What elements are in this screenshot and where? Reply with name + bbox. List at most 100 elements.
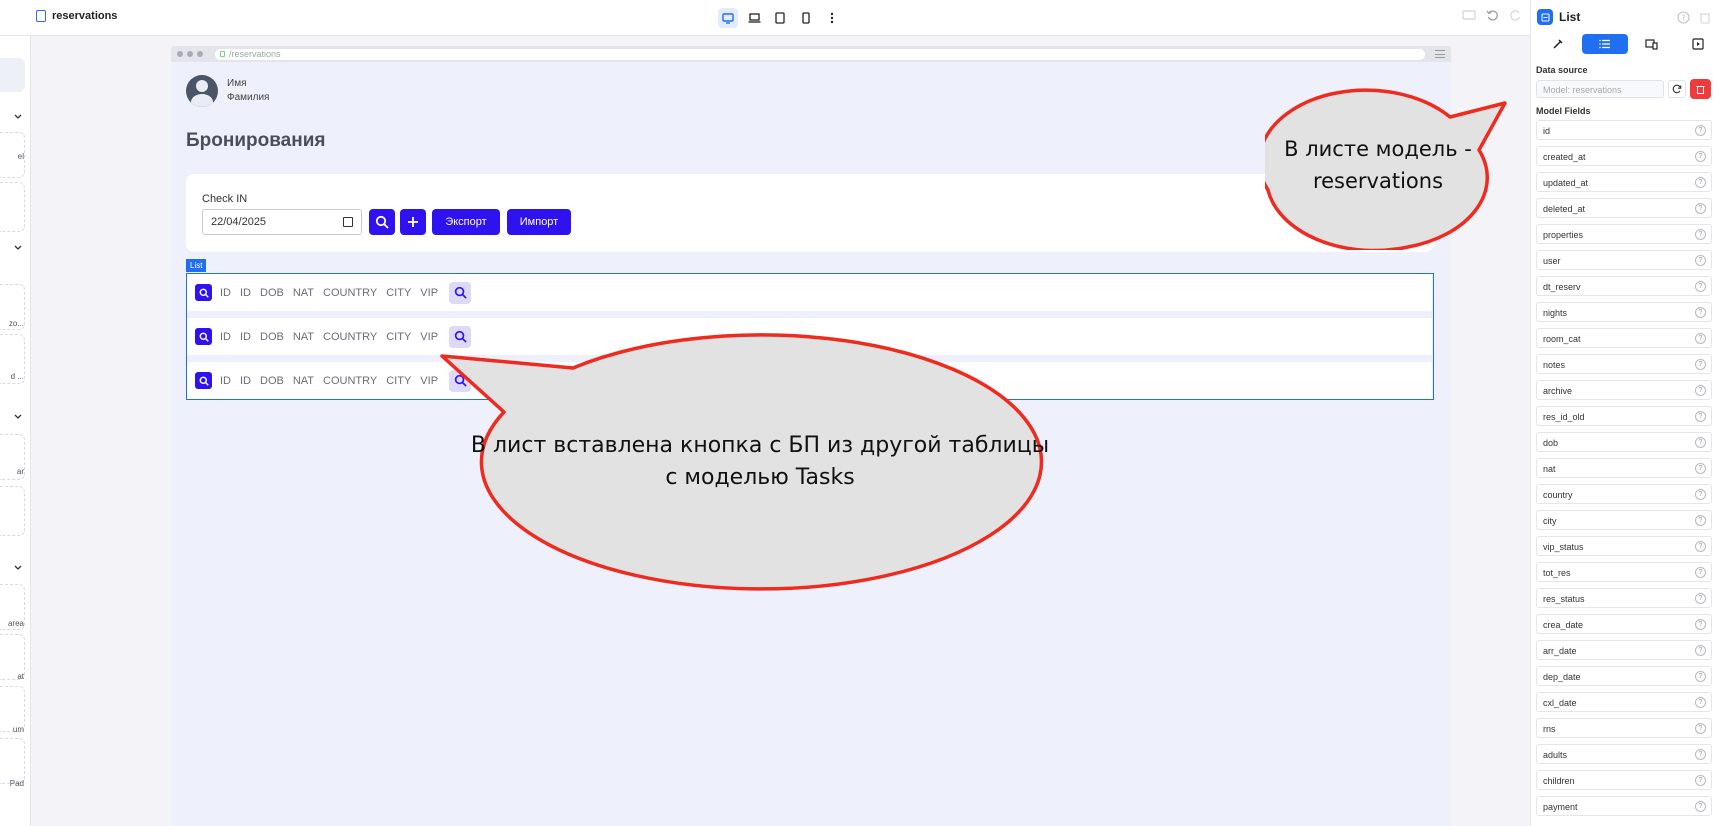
tab-data[interactable] xyxy=(1581,34,1628,54)
preview-icon[interactable] xyxy=(1462,9,1476,21)
help-icon[interactable]: ? xyxy=(1695,125,1706,136)
tab-actions[interactable] xyxy=(1675,34,1722,54)
help-icon[interactable]: ? xyxy=(1677,11,1690,24)
help-icon[interactable]: ? xyxy=(1695,645,1706,656)
help-icon[interactable]: ? xyxy=(1695,177,1706,188)
refresh-source-button[interactable] xyxy=(1668,80,1686,98)
tab-responsive[interactable] xyxy=(1628,34,1675,54)
model-field-item[interactable]: id? xyxy=(1536,120,1712,140)
help-icon[interactable]: ? xyxy=(1695,619,1706,630)
redo-icon[interactable] xyxy=(1509,9,1522,22)
tablet-view-button[interactable] xyxy=(770,8,790,28)
trash-icon[interactable] xyxy=(1699,11,1711,24)
left-panel-label: at xyxy=(17,672,24,681)
help-icon[interactable]: ? xyxy=(1695,203,1706,214)
chevron-down-icon[interactable] xyxy=(12,411,24,423)
help-icon[interactable]: ? xyxy=(1695,385,1706,396)
search-button[interactable] xyxy=(369,209,395,235)
help-icon[interactable]: ? xyxy=(1695,775,1706,786)
calendar-icon[interactable] xyxy=(343,217,353,227)
model-field-item[interactable]: dob? xyxy=(1536,432,1712,452)
help-icon[interactable]: ? xyxy=(1695,437,1706,448)
model-field-item[interactable]: deleted_at? xyxy=(1536,198,1712,218)
left-panel-item[interactable] xyxy=(0,486,25,536)
laptop-view-button[interactable] xyxy=(744,8,764,28)
model-field-item[interactable]: created_at? xyxy=(1536,146,1712,166)
help-icon[interactable]: ? xyxy=(1695,281,1706,292)
model-field-item[interactable]: tot_res? xyxy=(1536,562,1712,582)
model-field-item[interactable]: vip_status? xyxy=(1536,536,1712,556)
row-search-button[interactable] xyxy=(195,284,212,301)
delete-source-button[interactable] xyxy=(1690,79,1711,99)
tab-style[interactable] xyxy=(1535,34,1582,54)
help-icon[interactable]: ? xyxy=(1695,255,1706,266)
help-icon[interactable]: ? xyxy=(1695,567,1706,578)
left-panel-item[interactable] xyxy=(0,58,25,92)
help-icon[interactable]: ? xyxy=(1695,671,1706,682)
list-item[interactable]: ID ID DOB NAT COUNTRY CITY VIP xyxy=(187,274,1432,311)
model-field-item[interactable]: room_cat? xyxy=(1536,328,1712,348)
help-icon[interactable]: ? xyxy=(1695,463,1706,474)
model-field-item[interactable]: res_status? xyxy=(1536,588,1712,608)
model-field-item[interactable]: user? xyxy=(1536,250,1712,270)
chevron-down-icon[interactable] xyxy=(12,111,24,123)
left-panel-item[interactable] xyxy=(0,738,25,784)
chevron-down-icon[interactable] xyxy=(12,562,24,574)
row-search-button[interactable] xyxy=(195,328,212,345)
chevron-down-icon[interactable] xyxy=(12,242,24,254)
help-icon[interactable]: ? xyxy=(1695,749,1706,760)
model-fields-label: Model Fields xyxy=(1536,106,1591,116)
more-options-button[interactable] xyxy=(822,8,842,28)
model-field-item[interactable]: dep_date? xyxy=(1536,666,1712,686)
help-icon[interactable]: ? xyxy=(1695,307,1706,318)
help-icon[interactable]: ? xyxy=(1695,489,1706,500)
desktop-view-button[interactable] xyxy=(718,8,738,28)
more-vertical-icon xyxy=(830,12,834,24)
model-field-item[interactable]: crea_date? xyxy=(1536,614,1712,634)
add-button[interactable] xyxy=(400,209,426,235)
model-field-item[interactable]: rns? xyxy=(1536,718,1712,738)
model-field-item[interactable]: dt_reserv? xyxy=(1536,276,1712,296)
help-icon[interactable]: ? xyxy=(1695,359,1706,370)
help-icon[interactable]: ? xyxy=(1695,723,1706,734)
model-field-item[interactable]: properties? xyxy=(1536,224,1712,244)
help-icon[interactable]: ? xyxy=(1695,333,1706,344)
help-icon[interactable]: ? xyxy=(1695,593,1706,604)
tasks-bp-button[interactable] xyxy=(449,281,472,304)
import-button[interactable]: Импорт xyxy=(507,209,571,235)
row-search-button[interactable] xyxy=(195,372,212,389)
search-icon xyxy=(199,376,209,386)
model-field-label: adults xyxy=(1543,750,1568,760)
left-panel-item[interactable] xyxy=(0,182,25,232)
model-field-item[interactable]: arr_date? xyxy=(1536,640,1712,660)
page-name[interactable]: reservations xyxy=(36,10,117,22)
model-field-item[interactable]: res_id_old? xyxy=(1536,406,1712,426)
mobile-view-button[interactable] xyxy=(796,8,816,28)
help-icon[interactable]: ? xyxy=(1695,151,1706,162)
model-field-item[interactable]: payment? xyxy=(1536,796,1712,816)
export-button[interactable]: Экспорт xyxy=(432,209,500,235)
menu-icon[interactable] xyxy=(1435,50,1445,58)
model-field-item[interactable]: nat? xyxy=(1536,458,1712,478)
model-field-item[interactable]: nights? xyxy=(1536,302,1712,322)
help-icon[interactable]: ? xyxy=(1695,697,1706,708)
help-icon[interactable]: ? xyxy=(1695,411,1706,422)
model-field-item[interactable]: cxl_date? xyxy=(1536,692,1712,712)
model-field-label: dob xyxy=(1543,438,1559,448)
model-field-item[interactable]: notes? xyxy=(1536,354,1712,374)
help-icon[interactable]: ? xyxy=(1695,229,1706,240)
row-cell-country: COUNTRY xyxy=(323,286,378,299)
model-field-item[interactable]: archive? xyxy=(1536,380,1712,400)
model-field-item[interactable]: children? xyxy=(1536,770,1712,790)
model-field-item[interactable]: adults? xyxy=(1536,744,1712,764)
data-source-input[interactable]: Model: reservations xyxy=(1536,80,1664,98)
help-icon[interactable]: ? xyxy=(1695,515,1706,526)
model-field-item[interactable]: country? xyxy=(1536,484,1712,504)
model-field-item[interactable]: city? xyxy=(1536,510,1712,530)
checkin-date-input[interactable]: 22/04/2025 xyxy=(202,209,362,235)
help-icon[interactable]: ? xyxy=(1695,801,1706,812)
undo-icon[interactable] xyxy=(1486,9,1499,22)
model-field-item[interactable]: updated_at? xyxy=(1536,172,1712,192)
avatar[interactable] xyxy=(186,75,218,107)
help-icon[interactable]: ? xyxy=(1695,541,1706,552)
